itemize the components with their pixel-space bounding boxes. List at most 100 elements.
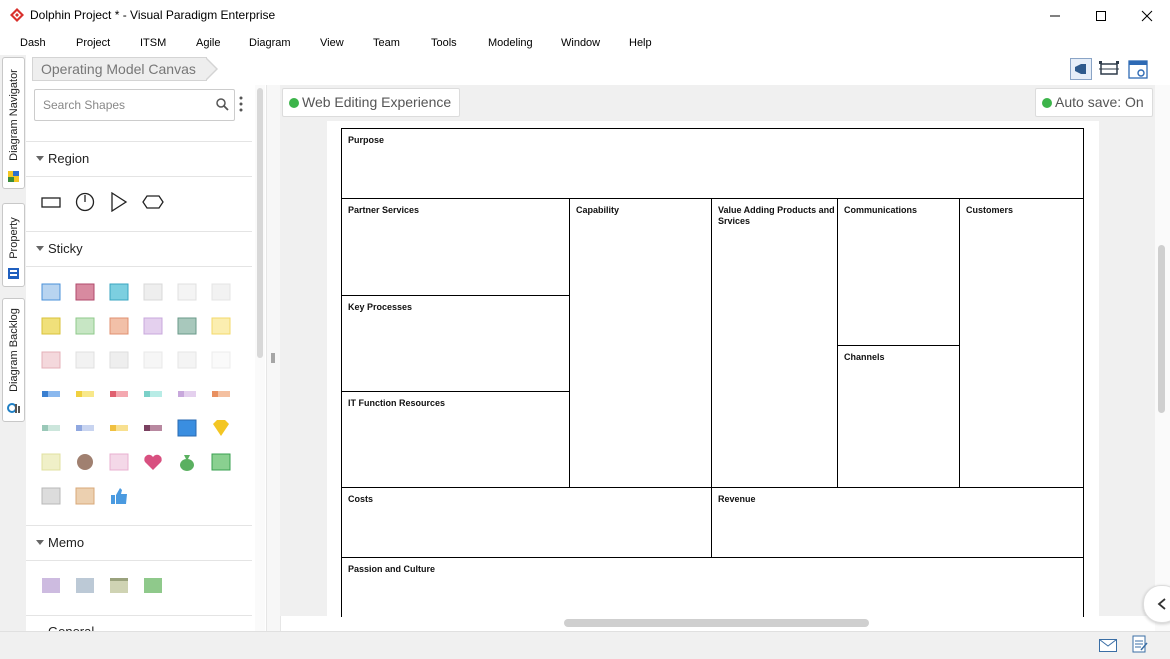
breadcrumb[interactable]: Operating Model Canvas xyxy=(32,57,218,81)
sticky-gray-wave-shape[interactable] xyxy=(176,350,198,370)
sticky-yellow-tape-shape[interactable] xyxy=(74,384,96,404)
cell-capability[interactable]: Capability xyxy=(569,198,712,488)
sticky-green-shape[interactable] xyxy=(74,316,96,336)
canvas-vertical-scroll-thumb[interactable] xyxy=(1158,245,1165,413)
sticky-yellow-lined-shape[interactable] xyxy=(40,316,62,336)
sticky-gray-shape[interactable] xyxy=(142,282,164,302)
close-button[interactable] xyxy=(1124,0,1170,32)
notes-icon[interactable] xyxy=(1132,635,1148,653)
sticky-orange-tape-shape[interactable] xyxy=(210,384,232,404)
search-input[interactable] xyxy=(41,96,211,114)
menu-team[interactable]: Team xyxy=(373,37,400,49)
mail-icon[interactable] xyxy=(1099,639,1117,652)
tab-diagram-backlog[interactable]: Diagram Backlog xyxy=(2,298,25,422)
menu-bar: Dash Project ITSM Agile Diagram View Tea… xyxy=(0,32,1170,55)
section-general[interactable]: General xyxy=(26,615,252,632)
region-rectangle-shape[interactable] xyxy=(40,192,62,212)
chevron-down-icon xyxy=(36,540,44,545)
diagram-navigator-icon xyxy=(8,171,19,182)
panel-splitter[interactable] xyxy=(266,85,281,631)
sticky-gear-shape[interactable] xyxy=(74,452,96,472)
tab-diagram-navigator[interactable]: Diagram Navigator xyxy=(2,57,25,189)
maximize-button[interactable] xyxy=(1078,0,1124,32)
sticky-plum-tape-shape[interactable] xyxy=(142,418,164,438)
sticky-gray-2-shape[interactable] xyxy=(74,350,96,370)
sticky-heart-shape[interactable] xyxy=(142,452,164,472)
menu-dash[interactable]: Dash xyxy=(20,37,46,49)
menu-project[interactable]: Project xyxy=(76,37,110,49)
cell-costs[interactable]: Costs xyxy=(341,487,712,558)
tab-property[interactable]: Property xyxy=(2,203,25,287)
sticky-stack-shape[interactable] xyxy=(176,316,198,336)
cell-key-processes[interactable]: Key Processes xyxy=(341,295,570,392)
sticky-white-curl-shape[interactable] xyxy=(176,282,198,302)
sticky-pink-pin-shape[interactable] xyxy=(40,350,62,370)
sticky-diamond-shape[interactable] xyxy=(210,418,232,438)
menu-tools[interactable]: Tools xyxy=(431,37,457,49)
memo-purple-shape[interactable] xyxy=(40,575,62,595)
region-triangle-shape[interactable] xyxy=(108,192,130,212)
sticky-banner-shape[interactable] xyxy=(210,452,232,472)
cell-purpose[interactable]: Purpose xyxy=(341,128,1084,199)
cell-it-function[interactable]: IT Function Resources xyxy=(341,391,570,488)
menu-window[interactable]: Window xyxy=(561,37,600,49)
sticky-purple-tape-shape[interactable] xyxy=(176,384,198,404)
memo-olive-shape[interactable] xyxy=(108,575,130,595)
sticky-purple-shape[interactable] xyxy=(142,316,164,336)
menu-modeling[interactable]: Modeling xyxy=(488,37,533,49)
sticky-periwinkle-tape-shape[interactable] xyxy=(74,418,96,438)
menu-help[interactable]: Help xyxy=(629,37,652,49)
search-icon[interactable] xyxy=(216,98,229,111)
sticky-white-pin-shape[interactable] xyxy=(210,282,232,302)
cell-customers[interactable]: Customers xyxy=(959,198,1084,488)
sticky-clipboard-shape[interactable] xyxy=(40,486,62,506)
menu-agile[interactable]: Agile xyxy=(196,37,220,49)
sticky-white-shape[interactable] xyxy=(210,350,232,370)
memo-green-shape[interactable] xyxy=(142,575,164,595)
menu-diagram[interactable]: Diagram xyxy=(249,37,291,49)
sticky-gray-3-shape[interactable] xyxy=(108,350,130,370)
cell-channels[interactable]: Channels xyxy=(837,345,960,488)
region-hexagon-shape[interactable] xyxy=(142,192,164,212)
diagram-settings-icon[interactable] xyxy=(1127,58,1149,80)
autosave-badge[interactable]: Auto save: On xyxy=(1035,88,1153,117)
cell-value-adding[interactable]: Value Adding Products and Srvices xyxy=(711,198,838,488)
section-memo[interactable]: Memo xyxy=(26,525,252,561)
sticky-gray-fold-shape[interactable] xyxy=(142,350,164,370)
cell-communications[interactable]: Communications xyxy=(837,198,960,346)
section-sticky[interactable]: Sticky xyxy=(26,231,252,267)
more-options-icon[interactable] xyxy=(238,96,244,112)
cell-partner-services[interactable]: Partner Services xyxy=(341,198,570,296)
web-editing-badge[interactable]: Web Editing Experience xyxy=(282,88,461,117)
sticky-orange-shape[interactable] xyxy=(108,316,130,336)
cell-revenue[interactable]: Revenue xyxy=(711,487,1084,558)
menu-view[interactable]: View xyxy=(320,37,344,49)
sticky-teal-shape[interactable] xyxy=(108,282,130,302)
cell-passion-culture[interactable]: Passion and Culture xyxy=(341,557,1084,617)
section-region[interactable]: Region xyxy=(26,141,252,177)
fit-diagram-icon[interactable] xyxy=(1098,58,1120,80)
property-icon xyxy=(8,268,19,279)
sticky-thumbs-up-shape[interactable] xyxy=(108,486,130,506)
sticky-blue-shape[interactable] xyxy=(40,282,62,302)
menu-itsm[interactable]: ITSM xyxy=(140,37,166,49)
minimize-button[interactable] xyxy=(1032,0,1078,32)
region-clock-shape[interactable] xyxy=(74,192,96,212)
sticky-bag-shape[interactable] xyxy=(176,452,198,472)
memo-blue-shape[interactable] xyxy=(74,575,96,595)
collapse-panel-button[interactable] xyxy=(1143,585,1170,623)
sticky-cyan-tape-shape[interactable] xyxy=(142,384,164,404)
sticky-blue-tape-shape[interactable] xyxy=(40,384,62,404)
sticky-calendar-shape[interactable] xyxy=(176,418,198,438)
sticky-gold-tape-shape[interactable] xyxy=(108,418,130,438)
sticky-envelope-shape[interactable] xyxy=(74,486,96,506)
sticky-gift-shape[interactable] xyxy=(108,452,130,472)
sticky-yellow-small-shape[interactable] xyxy=(210,316,232,336)
palette-scroll-thumb[interactable] xyxy=(257,88,263,358)
canvas-horizontal-scroll-thumb[interactable] xyxy=(564,619,869,627)
sticky-mint-tape-shape[interactable] xyxy=(40,418,62,438)
sticky-crimson-shape[interactable] xyxy=(74,282,96,302)
announcement-icon[interactable] xyxy=(1070,58,1092,80)
sticky-red-tape-shape[interactable] xyxy=(108,384,130,404)
sticky-note-yellow-shape[interactable] xyxy=(40,452,62,472)
